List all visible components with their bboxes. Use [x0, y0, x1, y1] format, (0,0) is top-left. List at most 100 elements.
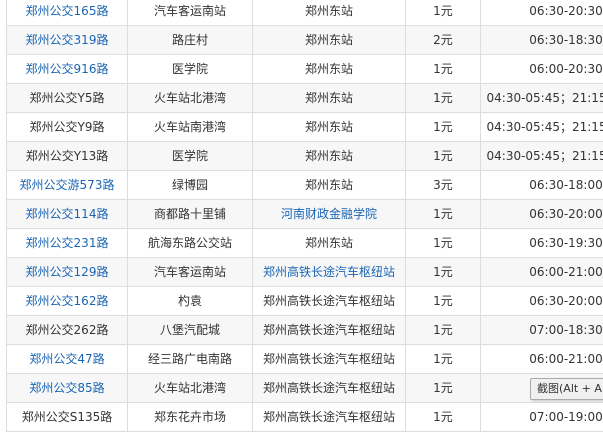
- end-station-cell: 郑州东站: [252, 0, 406, 26]
- fare-text: 1元: [433, 381, 453, 395]
- end-station-link[interactable]: 河南财政金融学院: [281, 207, 377, 221]
- route-name-text: 郑州公交Y9路: [29, 120, 105, 134]
- end-station-cell: 郑州高铁长途汽车枢纽站: [252, 373, 406, 403]
- route-link[interactable]: 郑州公交游573路: [20, 178, 115, 192]
- route-name-cell: 郑州公交129路: [6, 257, 128, 287]
- route-link[interactable]: 郑州公交114路: [26, 207, 109, 221]
- start-station-cell: 八堡汽配城: [127, 315, 253, 345]
- fare-text: 1元: [433, 265, 453, 279]
- route-link[interactable]: 郑州公交165路: [26, 4, 109, 18]
- service-time-text: 06:00-21:00: [529, 352, 603, 366]
- route-link[interactable]: 郑州公交916路: [26, 62, 109, 76]
- end-station-link[interactable]: 郑州高铁长途汽车枢纽站: [263, 265, 395, 279]
- fare-cell: 1元: [405, 0, 481, 26]
- start-station-cell: 杓袁: [127, 286, 253, 316]
- service-time-cell: 06:30-19:30: [480, 228, 603, 258]
- start-station-cell: 医学院: [127, 54, 253, 84]
- start-station-text: 经三路广电南路: [147, 352, 232, 366]
- service-time-cell: 06:00-20:30: [480, 54, 603, 84]
- table-row: 郑州公交129路 汽车客运南站 郑州高铁长途汽车枢纽站 1元 06:00-21:00: [6, 257, 603, 287]
- service-time-text: 06:30-20:30: [529, 4, 603, 18]
- start-station-cell: 路庄村: [127, 25, 253, 55]
- end-station-text: 郑州高铁长途汽车枢纽站: [262, 381, 395, 395]
- service-time-cell: 04:30-05:45；21:15-00:00: [480, 112, 603, 142]
- fare-text: 1元: [433, 410, 453, 424]
- fare-cell: 2元: [405, 25, 481, 55]
- end-station-cell: 郑州高铁长途汽车枢纽站: [252, 286, 406, 316]
- bus-routes-table: 郑州公交165路 汽车客运南站 郑州东站 1元 06:30-20:30 郑州公交319路路…: [6, 0, 603, 432]
- route-name-text: 郑州公交262路: [25, 323, 109, 337]
- start-station-cell: 商都路十里铺: [127, 199, 253, 229]
- end-station-text: 郑州高铁长途汽车枢纽站: [262, 352, 395, 366]
- end-station-text: 郑州东站: [304, 178, 353, 192]
- page: 郑州公交165路 汽车客运南站 郑州东站 1元 06:30-20:30 郑州公交319路路…: [0, 0, 603, 438]
- end-station-cell: 郑州东站: [252, 54, 406, 84]
- route-name-cell: 郑州公交Y5路: [6, 83, 128, 113]
- table-row: 郑州公交游573路 绿博园 郑州东站 3元 06:30-18:00: [6, 170, 603, 200]
- route-link[interactable]: 郑州公交231路: [26, 236, 109, 250]
- service-time-cell: 06:30-18:30: [480, 25, 603, 55]
- route-name-cell: 郑州公交916路: [6, 54, 128, 84]
- start-station-text: 商都路十里铺: [153, 207, 226, 221]
- service-time-text: 07:00-19:00: [529, 410, 603, 424]
- table-row: 郑州公交S135路 郑东花卉市场 郑州高铁长途汽车枢纽站 1元 07:00-19:00: [6, 402, 603, 432]
- service-time-cell: 07:00-18:30: [480, 315, 603, 345]
- start-station-cell: 火车站北港湾: [127, 373, 253, 403]
- start-station-text: 医学院: [171, 62, 208, 76]
- route-link[interactable]: 郑州公交162路: [26, 294, 109, 308]
- route-name-cell: 郑州公交162路: [6, 286, 128, 316]
- table-row: 郑州公交Y9路 火车站南港湾 郑州东站 1元 04:30-05:45；21:15-00:…: [6, 112, 603, 142]
- fare-cell: 1元: [405, 54, 481, 84]
- fare-text: 1元: [433, 62, 453, 76]
- end-station-cell: 郑州东站: [252, 25, 406, 55]
- route-name-cell: 郑州公交S135路: [6, 402, 128, 432]
- start-station-text: 航海东路公交站: [147, 236, 232, 250]
- route-name-cell: 郑州公交231路: [6, 228, 128, 258]
- start-station-text: 火车站南港湾: [153, 120, 226, 134]
- fare-cell: 1元: [405, 199, 481, 229]
- fare-cell: 1元: [405, 373, 481, 403]
- table-row: 郑州公交85路火车站北港湾郑州高铁长途汽车枢纽站1元06:00-20:: [6, 373, 603, 403]
- fare-text: 1元: [433, 323, 453, 337]
- table-row: 郑州公交165路 汽车客运南站 郑州东站 1元 06:30-20:30: [6, 0, 603, 26]
- table-row: 郑州公交47路 经三路广电南路 郑州高铁长途汽车枢纽站 1元 06:00-21:00: [6, 344, 603, 374]
- service-time-cell: 06:30-20:00: [480, 286, 603, 316]
- start-station-text: 绿博园: [171, 178, 208, 192]
- start-station-cell: 郑东花卉市场: [127, 402, 253, 432]
- fare-cell: 1元: [405, 402, 481, 432]
- fare-cell: 1元: [405, 83, 481, 113]
- end-station-text: 郑州东站: [304, 91, 353, 105]
- end-station-text: 郑州东站: [304, 120, 353, 134]
- service-time-cell: 06:30-20:30: [480, 0, 603, 26]
- route-name-text: 郑州公交Y5路: [29, 91, 105, 105]
- fare-text: 3元: [433, 178, 453, 192]
- service-time-text: 06:30-20:00: [529, 207, 603, 221]
- start-station-cell: 火车站南港湾: [127, 112, 253, 142]
- service-time-cell: 07:00-19:00: [480, 402, 603, 432]
- table-row: 郑州公交319路 路庄村 郑州东站 2元 06:30-18:30: [6, 25, 603, 55]
- start-station-text: 汽车客运南站: [153, 4, 226, 18]
- start-station-text: 医学院: [171, 149, 208, 163]
- start-station-cell: 绿博园: [127, 170, 253, 200]
- end-station-cell: 郑州高铁长途汽车枢纽站: [252, 315, 406, 345]
- service-time-text: 06:30-19:30: [529, 236, 603, 250]
- table-row: 郑州公交916路 医学院 郑州东站 1元 06:00-20:30: [6, 54, 603, 84]
- route-name-cell: 郑州公交Y9路: [6, 112, 128, 142]
- service-time-cell: 06:00-21:00: [480, 344, 603, 374]
- screenshot-tooltip: 截图(Alt + A: [530, 378, 603, 400]
- service-time-text: 06:00-20:30: [529, 62, 603, 76]
- route-name-cell: 郑州公交319路: [6, 25, 128, 55]
- route-link[interactable]: 郑州公交85路: [29, 381, 104, 395]
- start-station-text: 杓袁: [177, 294, 202, 308]
- fare-text: 1元: [433, 207, 453, 221]
- route-link[interactable]: 郑州公交47路: [29, 352, 104, 366]
- end-station-cell: 郑州东站: [252, 170, 406, 200]
- route-link[interactable]: 郑州公交129路: [26, 265, 109, 279]
- end-station-cell: 郑州东站: [252, 228, 406, 258]
- route-link[interactable]: 郑州公交319路: [26, 33, 109, 47]
- start-station-text: 八堡汽配城: [159, 323, 220, 337]
- fare-text: 1元: [433, 352, 453, 366]
- start-station-text: 火车站北港湾: [153, 381, 226, 395]
- start-station-cell: 火车站北港湾: [127, 83, 253, 113]
- table-row: 郑州公交114路 商都路十里铺 河南财政金融学院 1元 06:30-20:00: [6, 199, 603, 229]
